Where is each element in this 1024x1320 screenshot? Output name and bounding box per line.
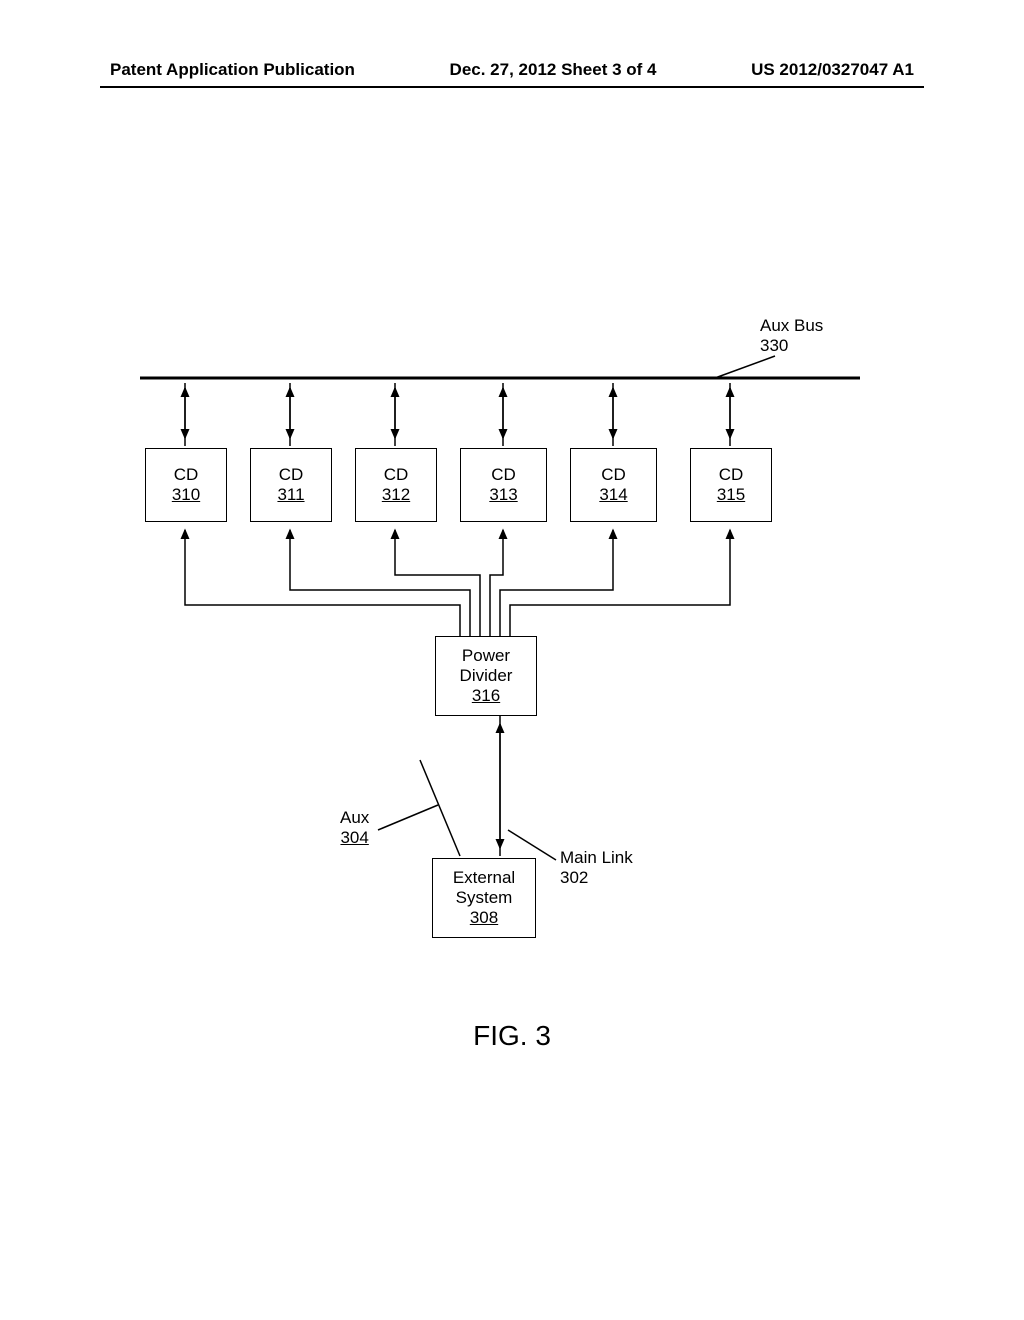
figure-diagram: Aux Bus 330 CD 310 CD 311 CD 312 CD 313 … xyxy=(0,0,1024,1320)
figure-caption: FIG. 3 xyxy=(0,1020,1024,1052)
diagram-lines xyxy=(0,0,1024,1320)
